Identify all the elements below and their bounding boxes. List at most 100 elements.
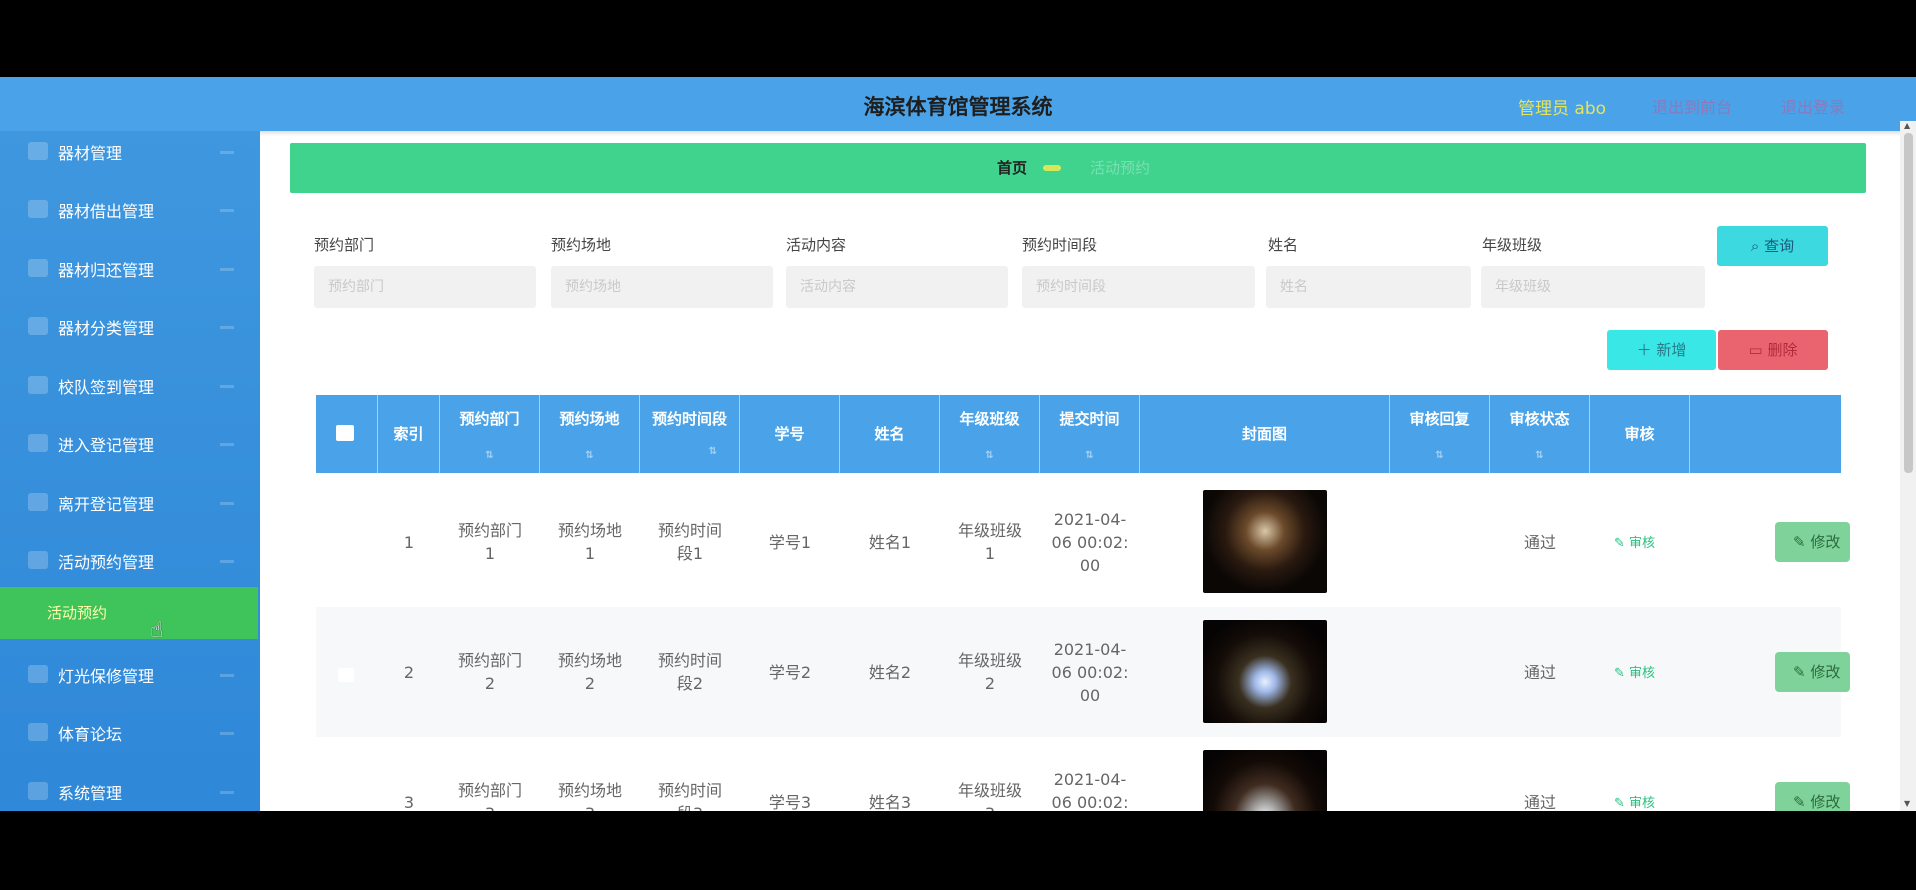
sort-icon[interactable]: ⇅ xyxy=(440,450,539,461)
review-button-label: 审核 xyxy=(1629,536,1656,551)
sidebar-item-team-signin[interactable]: 校队签到管理 xyxy=(0,357,260,415)
content-input[interactable] xyxy=(786,266,1008,308)
add-button-label: 新增 xyxy=(1656,341,1687,359)
sidebar-item-system[interactable]: 系统管理 xyxy=(0,763,260,811)
column-venue[interactable]: 预约场地 ⇅ xyxy=(540,395,640,473)
column-class[interactable]: 年级班级 ⇅ xyxy=(940,395,1040,473)
menu-icon xyxy=(28,259,48,277)
sidebar-item-equipment-lend[interactable]: 器材借出管理 xyxy=(0,181,260,239)
scroll-thumb[interactable] xyxy=(1904,133,1913,473)
column-period[interactable]: 预约时间段 ⇅ xyxy=(640,395,740,473)
logout-link[interactable]: 退出登录 xyxy=(1781,94,1845,118)
sort-icon[interactable]: ⇅ xyxy=(540,450,639,461)
edit-button[interactable]: ✎ 修改 xyxy=(1775,652,1850,692)
cell-student-no: 学号2 xyxy=(768,662,812,682)
cell-period: 预约时间段3 xyxy=(657,781,722,811)
cover-image[interactable] xyxy=(1203,490,1327,593)
add-button[interactable]: ＋ 新增 xyxy=(1607,330,1716,370)
sidebar-item-forum[interactable]: 体育论坛 xyxy=(0,704,260,762)
table-row: 3 预约部门3 预约场地3 预约时间段3 学号3 姓名3 年级班级3 2021-… xyxy=(316,737,1850,812)
sort-icon[interactable]: ⇅ xyxy=(1040,450,1139,461)
scroll-up-icon[interactable]: ▲ xyxy=(1904,121,1910,130)
sidebar-item-entry-register[interactable]: 进入登记管理 xyxy=(0,415,260,473)
column-cover[interactable]: 封面图 xyxy=(1140,395,1390,473)
column-index[interactable]: 索引 xyxy=(378,395,440,473)
chevron-icon xyxy=(220,502,234,505)
cell-submit-time: 2021-04-06 00:02:00 xyxy=(1051,509,1129,575)
sidebar-item-equipment[interactable]: 器材管理 xyxy=(0,131,260,181)
cell-period: 预约时间段2 xyxy=(657,651,722,693)
chevron-icon xyxy=(220,791,234,794)
cell-status: 通过 xyxy=(1523,662,1556,682)
period-input[interactable] xyxy=(1022,266,1255,308)
breadcrumb-separator-icon xyxy=(1043,165,1061,171)
sidebar-item-equipment-category[interactable]: 器材分类管理 xyxy=(0,298,260,356)
chevron-icon xyxy=(220,268,234,271)
column-reply[interactable]: 审核回复 ⇅ xyxy=(1390,395,1490,473)
sidebar-item-label: 进入登记管理 xyxy=(58,436,155,455)
cell-submit-time: 2021-04-06 00:02:00 xyxy=(1051,769,1129,812)
review-button[interactable]: ✎ 审核 xyxy=(1614,792,1655,811)
chevron-icon xyxy=(220,326,234,329)
cell-venue: 预约场地1 xyxy=(557,521,622,563)
sidebar-item-leave-register[interactable]: 离开登记管理 xyxy=(0,474,260,532)
page-scrollbar[interactable]: ▲ ▼ xyxy=(1900,121,1916,811)
breadcrumb-home[interactable]: 首页 xyxy=(997,157,1027,178)
delete-button[interactable]: ▭ 删除 xyxy=(1718,330,1828,370)
sort-icon[interactable]: ⇅ xyxy=(640,446,739,457)
column-name[interactable]: 姓名 xyxy=(840,395,940,473)
cover-image[interactable] xyxy=(1203,750,1327,811)
sidebar: 器材管理 器材借出管理 器材归还管理 器材分类管理 校队签到管理 进入登记管理 … xyxy=(0,131,260,811)
sidebar-item-label: 系统管理 xyxy=(58,784,123,803)
column-label: 预约时间段 xyxy=(651,410,727,428)
sidebar-item-label: 灯光保修管理 xyxy=(58,667,155,686)
dept-input[interactable] xyxy=(314,266,536,308)
filter-label-dept: 预约部门 xyxy=(314,236,375,254)
row-checkbox[interactable] xyxy=(338,668,354,682)
column-review[interactable]: 审核 xyxy=(1590,395,1690,473)
cell-dept: 预约部门3 xyxy=(457,781,522,811)
column-student-no[interactable]: 学号 xyxy=(740,395,840,473)
venue-input[interactable] xyxy=(551,266,773,308)
column-label: 提交时间 xyxy=(1059,410,1120,428)
sidebar-item-activity-booking[interactable]: 活动预约管理 xyxy=(0,532,260,590)
sort-icon[interactable]: ⇅ xyxy=(940,450,1039,461)
admin-label: 管理员 abo xyxy=(1518,99,1607,119)
name-input[interactable] xyxy=(1266,266,1471,308)
edit-button[interactable]: ✎ 修改 xyxy=(1775,522,1850,562)
sidebar-item-equipment-return[interactable]: 器材归还管理 xyxy=(0,240,260,298)
cell-venue: 预约场地3 xyxy=(557,781,622,811)
cover-image[interactable] xyxy=(1203,620,1327,723)
sidebar-item-label: 器材借出管理 xyxy=(58,202,155,221)
class-input[interactable] xyxy=(1481,266,1705,308)
review-button-label: 审核 xyxy=(1629,666,1656,681)
sidebar-item-label: 器材管理 xyxy=(58,144,123,163)
front-page-link[interactable]: 退出到前台 xyxy=(1652,94,1732,118)
chevron-icon xyxy=(220,385,234,388)
sidebar-item-light-repair[interactable]: 灯光保修管理 xyxy=(0,646,260,704)
review-button[interactable]: ✎ 审核 xyxy=(1614,662,1655,681)
column-submit-time[interactable]: 提交时间 ⇅ xyxy=(1040,395,1140,473)
select-all-column xyxy=(316,395,378,473)
sort-icon[interactable]: ⇅ xyxy=(1390,450,1489,461)
column-dept[interactable]: 预约部门 ⇅ xyxy=(440,395,540,473)
sort-icon[interactable]: ⇅ xyxy=(1490,450,1589,461)
cell-status: 通过 xyxy=(1523,792,1556,812)
filter-label-period: 预约时间段 xyxy=(1022,236,1098,254)
sidebar-item-label: 校队签到管理 xyxy=(58,378,155,397)
table-row: 2 预约部门2 预约场地2 预约时间段2 学号2 姓名2 年级班级2 2021-… xyxy=(316,607,1850,737)
column-status[interactable]: 审核状态 ⇅ xyxy=(1490,395,1590,473)
column-label: 学号 xyxy=(774,425,805,443)
cell-status: 通过 xyxy=(1523,532,1556,552)
sidebar-subitem-activity-booking[interactable]: 活动预约 xyxy=(0,587,258,639)
menu-icon xyxy=(28,782,48,800)
cell-class: 年级班级1 xyxy=(957,521,1022,563)
search-button-label: 查询 xyxy=(1764,237,1795,255)
review-button[interactable]: ✎ 审核 xyxy=(1614,532,1655,551)
edit-button[interactable]: ✎ 修改 xyxy=(1775,782,1850,811)
select-all-checkbox[interactable] xyxy=(336,425,354,441)
column-label: 索引 xyxy=(393,425,424,443)
search-button[interactable]: ⌕ 查询 xyxy=(1717,226,1828,266)
sidebar-item-label: 器材分类管理 xyxy=(58,319,155,338)
scroll-down-icon[interactable]: ▼ xyxy=(1904,799,1910,808)
